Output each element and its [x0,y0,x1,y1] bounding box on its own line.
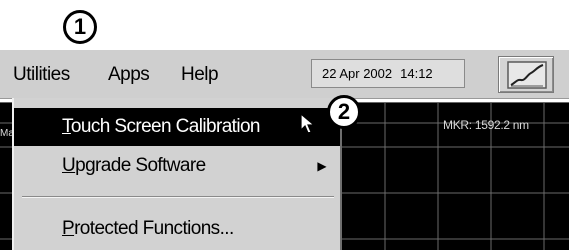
date-label: 22 Apr 2002 [322,66,393,81]
menu-bar [0,50,569,99]
utilities-dropdown-menu: Touch Screen Calibration Upgrade Softwar… [12,98,342,250]
callout-number-2: 2 [327,95,361,129]
menu-item-upgrade-software[interactable]: Upgrade Software ▶ [14,147,340,185]
chevron-right-icon: ▶ [317,159,326,173]
menu-separator [22,196,334,198]
mnemonic-letter: U [62,155,76,176]
menu-utilities[interactable]: Utilities [13,64,70,86]
menu-item-label: ouch Screen Calibration [70,116,261,137]
menu-item-label: rotected Functions... [74,218,234,239]
menu-apps[interactable]: Apps [108,64,150,86]
date-time-display: 22 Apr 2002 14:12 [311,59,465,88]
menu-item-touch-screen-calibration[interactable]: Touch Screen Calibration [14,108,340,146]
marker-readout: MKR: 1592.2 nm [443,118,529,132]
graph-button[interactable] [498,56,554,93]
mnemonic-letter: P [62,218,75,239]
menu-item-label: pgrade Software [75,155,206,176]
mnemonic-letter: T [62,116,72,137]
menu-help[interactable]: Help [181,64,219,86]
arrow-cursor-icon [300,113,316,134]
callout-number-1: 1 [63,10,97,44]
time-label: 14:12 [400,66,433,81]
menu-item-protected-functions[interactable]: Protected Functions... [14,210,340,248]
graph-icon [507,61,547,89]
